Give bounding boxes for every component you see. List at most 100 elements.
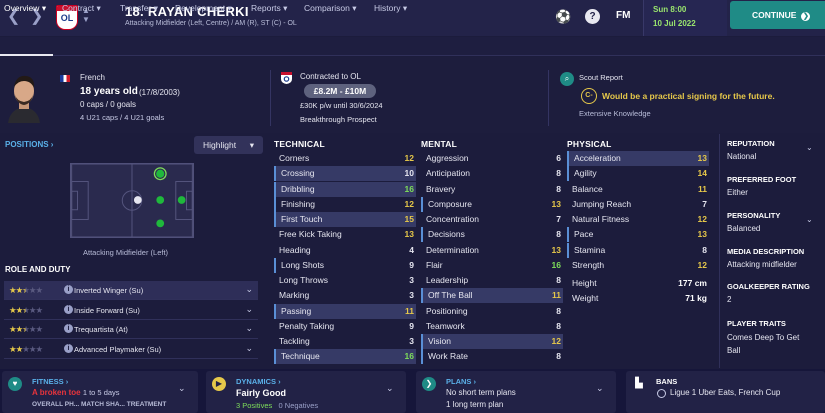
attribute-row[interactable]: Finishing 12	[274, 196, 416, 212]
attribute-value: 8	[556, 275, 561, 285]
attribute-row[interactable]: Dribbling 16	[274, 181, 416, 197]
tab-overview[interactable]: Overview ▾	[4, 3, 46, 14]
attribute-row[interactable]: Marking 3	[274, 288, 416, 303]
attribute-row[interactable]: Acceleration 13	[567, 151, 709, 166]
tab-contract[interactable]: Contract ▾	[62, 3, 101, 14]
attribute-name: Natural Fitness	[572, 214, 630, 224]
attribute-name: Strength	[572, 259, 605, 270]
attribute-row[interactable]: Stamina 8	[567, 242, 709, 258]
tab-transfer[interactable]: Transfer ▾	[120, 3, 158, 14]
attribute-name: Anticipation	[426, 168, 470, 179]
trophy-icon[interactable]: ⚽	[555, 9, 571, 24]
role-row[interactable]: ★★★★★ i Inside Forward (Su) ⌄	[4, 301, 258, 320]
ban-list-icon: ▙	[635, 378, 643, 389]
info-icon[interactable]: i	[64, 285, 73, 294]
chevron-down-icon[interactable]: ⌄	[806, 143, 813, 152]
attribute-row[interactable]: Concentration 7	[421, 212, 563, 227]
active-tab-indicator	[0, 54, 53, 56]
attribute-name: Long Throws	[279, 275, 328, 285]
positions-title[interactable]: POSITIONS ›	[5, 140, 53, 149]
tab-comparison[interactable]: Comparison ▾	[304, 3, 356, 14]
attribute-value: 8	[556, 229, 561, 240]
info-icon[interactable]: i	[64, 344, 73, 353]
plans-title[interactable]: PLANS ›	[446, 377, 476, 386]
attribute-row[interactable]: Strength 12	[567, 258, 709, 273]
chevron-down-icon[interactable]: ⌄	[245, 323, 253, 334]
fitness-title[interactable]: FITNESS ›	[32, 377, 68, 386]
attribute-row[interactable]: First Touch 15	[274, 212, 416, 227]
tab-development[interactable]: Development ▾	[175, 3, 232, 14]
attribute-row[interactable]: Leadership 8	[421, 273, 563, 288]
personality-title[interactable]: PERSONALITY	[727, 211, 780, 220]
attribute-row[interactable]: Work Rate 8	[421, 349, 563, 365]
attribute-row[interactable]: Determination 13	[421, 243, 563, 258]
attribute-row[interactable]: Balance 11	[567, 182, 709, 197]
fm-logo[interactable]: FM	[616, 10, 630, 21]
attribute-row[interactable]: Agility 14	[567, 166, 709, 182]
chevron-down-icon[interactable]: ⌄	[245, 343, 253, 354]
role-row[interactable]: ★★★★★ i Inverted Winger (Su) ⌄	[4, 281, 258, 300]
attribute-row[interactable]: Heading 4	[274, 243, 416, 258]
attribute-value: 13	[551, 244, 561, 255]
scout-report-icon[interactable]: ⌕	[560, 72, 574, 86]
tab-history[interactable]: History ▾	[374, 3, 407, 14]
reputation-title[interactable]: REPUTATION	[727, 139, 775, 148]
attribute-row[interactable]: Vision 12	[421, 334, 563, 349]
attribute-row[interactable]: Composure 13	[421, 196, 563, 212]
highlight-dropdown[interactable]: Highlight ▾	[194, 136, 263, 154]
play-icon: ▶	[212, 377, 226, 391]
attribute-row[interactable]: Free Kick Taking 13	[274, 227, 416, 242]
plans-card[interactable]: ❯ PLANS › No short term plans 1 long ter…	[416, 371, 616, 413]
attribute-value: 13	[404, 229, 414, 240]
attribute-row[interactable]: Penalty Taking 9	[274, 319, 416, 334]
info-icon[interactable]: i	[64, 324, 73, 333]
attribute-value: 16	[551, 259, 561, 270]
chevron-down-icon[interactable]: ⌄	[806, 215, 813, 224]
chevron-down-icon[interactable]: ⌄	[596, 383, 604, 394]
date-box[interactable]: Sun 8:00 10 Jul 2022	[643, 0, 727, 36]
bans-card[interactable]: ▙ BANS Ligue 1 Uber Eats, French Cup	[626, 371, 825, 413]
attribute-row[interactable]: Long Shots 9	[274, 257, 416, 273]
attribute-row[interactable]: Corners 12	[274, 151, 416, 166]
help-icon[interactable]: ?	[585, 9, 600, 24]
chevron-down-icon[interactable]: ⌄	[178, 383, 186, 394]
attribute-row[interactable]: Decisions 8	[421, 227, 563, 243]
star-rating: ★★★★★	[9, 305, 43, 315]
attribute-row[interactable]: Crossing 10	[274, 166, 416, 182]
fitness-card[interactable]: ♥ FITNESS › A broken toe 1 to 5 days OVE…	[2, 371, 198, 413]
dynamics-title[interactable]: DYNAMICS ›	[236, 377, 281, 386]
chevron-down-icon[interactable]: ⌄	[245, 304, 253, 315]
transfer-value[interactable]: £8.2M - £10M	[304, 84, 376, 98]
role-row[interactable]: ★★★★★ i Trequartista (At) ⌄	[4, 320, 258, 339]
attribute-row[interactable]: Technique 16	[274, 349, 416, 365]
attribute-row[interactable]: Teamwork 8	[421, 319, 563, 334]
attribute-row[interactable]: Aggression 6	[421, 151, 563, 166]
chevron-down-icon[interactable]: ⌄	[386, 383, 394, 394]
attribute-row[interactable]: Natural Fitness 12	[567, 212, 709, 227]
attribute-row[interactable]: Positioning 8	[421, 304, 563, 319]
attribute-row[interactable]: Off The Ball 11	[421, 288, 563, 304]
attribute-name: Work Rate	[428, 351, 468, 362]
chevron-down-icon[interactable]: ⌄	[245, 284, 253, 295]
attribute-row[interactable]: Anticipation 8	[421, 166, 563, 181]
attribute-row[interactable]: Tackling 3	[274, 334, 416, 349]
attribute-row[interactable]: Long Throws 3	[274, 273, 416, 288]
bans-competitions: Ligue 1 Uber Eats, French Cup	[670, 388, 781, 397]
attribute-name: Vision	[428, 336, 451, 346]
attribute-name: Leadership	[426, 275, 469, 285]
attribute-row[interactable]: Jumping Reach 7	[567, 197, 709, 212]
attribute-row[interactable]: Bravery 8	[421, 182, 563, 197]
attribute-row[interactable]: Passing 11	[274, 303, 416, 319]
attribute-name: Pace	[574, 229, 594, 240]
attribute-name: Bravery	[426, 183, 456, 194]
attribute-row[interactable]: Pace 13	[567, 227, 709, 243]
scout-report-title[interactable]: Scout Report	[579, 73, 623, 82]
tab-reports[interactable]: Reports ▾	[251, 3, 287, 14]
attribute-value: 8	[556, 305, 561, 316]
plans-arrow-icon: ❯	[422, 377, 436, 391]
role-row[interactable]: ★★★★★ i Advanced Playmaker (Su) ⌄	[4, 340, 258, 359]
attribute-row[interactable]: Flair 16	[421, 258, 563, 273]
dynamics-card[interactable]: ▶ DYNAMICS › Fairly Good 3 Positives 0 N…	[206, 371, 406, 413]
info-icon[interactable]: i	[64, 305, 73, 314]
continue-button[interactable]: CONTINUE ❯	[730, 1, 825, 29]
